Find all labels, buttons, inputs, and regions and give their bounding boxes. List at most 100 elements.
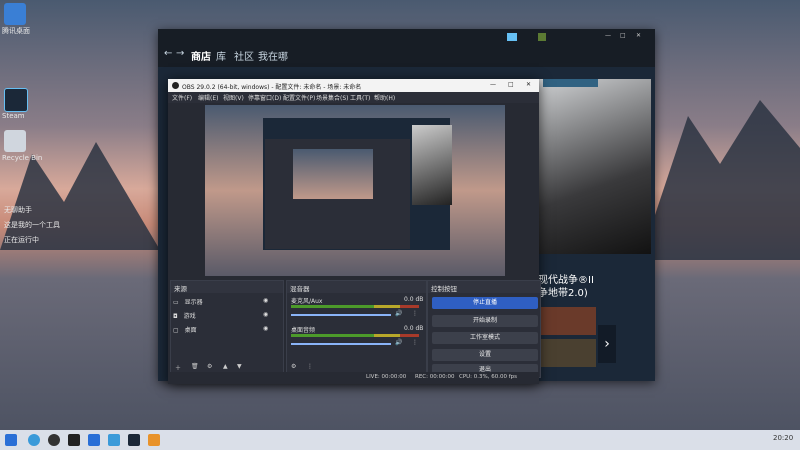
volume-slider[interactable] [291, 343, 391, 345]
sources-dock: 来源 ▭ 显示器 ◉ ◘ 游戏 ◉ ▢ 桌面 ◉ ＋ 🗑 ⚙ ▲ ▼ [170, 280, 284, 378]
obs-titlebar[interactable]: OBS 29.0.2 (64-bit, windows) - 配置文件: 未命名… [168, 79, 539, 92]
nav-store[interactable]: 商店 [191, 48, 211, 63]
volume-meter [291, 334, 419, 337]
move-down-icon[interactable]: ▼ [237, 363, 242, 370]
nav-profile[interactable]: 我在哪 [258, 48, 288, 63]
eye-icon[interactable]: ◉ [263, 297, 268, 304]
menu-profile[interactable]: 配置文件(P) [283, 93, 315, 102]
source-label: 桌面 [184, 327, 197, 334]
audio-mixer-header: 混音器 [287, 281, 426, 293]
windows-icon[interactable] [5, 434, 17, 446]
menu-scene-collection[interactable]: 场景集合(S) [316, 93, 349, 102]
eye-icon[interactable]: ◉ [263, 325, 268, 332]
desktop-note-title: 无聊助手 [4, 206, 32, 214]
store-search-bar[interactable] [543, 79, 598, 87]
close-icon[interactable]: ✕ [526, 81, 531, 88]
mixer-channel-name: 麦克风/Aux [291, 298, 323, 305]
forward-icon[interactable]: → [176, 48, 184, 59]
terminal-icon[interactable] [88, 434, 100, 446]
mixer-settings-icon[interactable]: ⚙ [291, 363, 296, 370]
steam-desktop-icon[interactable] [4, 88, 28, 112]
mixer-menu-icon[interactable]: ⋮ [307, 363, 313, 370]
carousel-next-icon[interactable]: › [598, 325, 616, 363]
preview-nested-obs [293, 149, 373, 199]
speaker-icon[interactable]: 🔊 [395, 339, 402, 346]
source-item[interactable]: ▢ 桌面 ◉ [173, 325, 279, 334]
settings-button[interactable]: 设置 [432, 349, 538, 361]
stop-streaming-button[interactable]: 停止直播 [432, 297, 538, 309]
app-icon[interactable] [148, 434, 160, 446]
steam-avatar[interactable] [538, 33, 546, 41]
speaker-icon[interactable]: 🔊 [395, 310, 402, 317]
display-capture-icon: ▭ [173, 299, 179, 306]
obs-logo-icon [172, 82, 179, 89]
desktop-icon-label: 腾讯桌面 [2, 27, 30, 35]
obs-icon[interactable] [68, 434, 80, 446]
mixer-channel-db: 0.0 dB [404, 325, 424, 332]
obs-window-title: OBS 29.0.2 (64-bit, windows) - 配置文件: 未命名… [182, 84, 362, 91]
steam-nav: ← → 商店 库 社区 我在哪 [158, 45, 655, 67]
source-settings-icon[interactable]: ⚙ [207, 363, 212, 370]
controls-dock-header: 控制按钮 [428, 281, 540, 293]
mixer-channel-name: 桌面音频 [291, 327, 316, 334]
mixer-channel-db: 0.0 dB [404, 296, 424, 303]
minimize-icon[interactable]: — [605, 32, 611, 39]
store-thumbnail[interactable] [540, 339, 596, 367]
steam-status-icon[interactable] [507, 33, 517, 41]
rec-status: REC: 00:00:00 [415, 374, 455, 380]
source-item[interactable]: ▭ 显示器 ◉ [173, 297, 279, 306]
tencent-desktop-icon[interactable] [4, 3, 26, 25]
close-icon[interactable]: ✕ [636, 32, 641, 39]
recycle-bin-icon[interactable] [4, 130, 26, 152]
minimize-icon[interactable]: — [490, 81, 496, 88]
add-source-icon[interactable]: ＋ [175, 363, 181, 372]
mountain-right [640, 100, 800, 260]
sources-dock-header: 来源 [171, 281, 283, 293]
search-icon[interactable] [28, 434, 40, 446]
nav-library[interactable]: 库 [216, 48, 226, 63]
taskbar: 20:20 [0, 430, 800, 450]
store-banner-subtitle: 争地带2.0) [538, 288, 588, 299]
studio-mode-button[interactable]: 工作室模式 [432, 332, 538, 344]
move-up-icon[interactable]: ▲ [223, 363, 228, 370]
remove-source-icon[interactable]: 🗑 [191, 363, 199, 370]
controls-dock: 控制按钮 停止直播 开始录制 工作室模式 设置 退出 [427, 280, 541, 378]
nav-community[interactable]: 社区 [234, 48, 254, 63]
system-clock[interactable]: 20:20 [773, 434, 793, 442]
back-icon[interactable]: ← [164, 48, 172, 59]
preview-banner-image [412, 125, 452, 205]
start-recording-button[interactable]: 开始录制 [432, 315, 538, 327]
desktop-note-line: 正在运行中 [4, 236, 39, 244]
source-label: 显示器 [184, 299, 203, 306]
channel-menu-icon[interactable]: ⋮ [412, 310, 418, 317]
menu-edit[interactable]: 编辑(E) [198, 93, 218, 102]
obs-status-bar: LIVE: 00:00:00 REC: 00:00:00 CPU: 0.3%, … [168, 372, 539, 382]
controls-dock-title: 控制按钮 [431, 285, 457, 293]
store-thumbnail[interactable] [540, 307, 596, 335]
volume-meter [291, 305, 419, 308]
live-status: LIVE: 00:00:00 [366, 374, 407, 380]
menu-tools[interactable]: 工具(T) [350, 93, 370, 102]
maximize-icon[interactable]: □ [620, 32, 626, 39]
obs-preview[interactable] [205, 105, 505, 276]
desktop-icon-label: Steam [2, 112, 25, 120]
explorer-icon[interactable] [108, 434, 120, 446]
channel-menu-icon[interactable]: ⋮ [412, 339, 418, 346]
eye-icon[interactable]: ◉ [263, 311, 268, 318]
chrome-icon[interactable] [48, 434, 60, 446]
obs-window[interactable]: OBS 29.0.2 (64-bit, windows) - 配置文件: 未命名… [168, 79, 541, 384]
source-item[interactable]: ◘ 游戏 ◉ [173, 311, 279, 320]
cpu-status: CPU: 0.3%, 60.00 fps [459, 374, 518, 380]
menu-docks[interactable]: 停靠窗口(D) [248, 93, 281, 102]
volume-slider[interactable] [291, 314, 391, 316]
desktop-note-line: 这是我的一个工具 [4, 221, 60, 229]
steam-titlebar[interactable]: — □ ✕ [158, 29, 655, 45]
desktop-icon-label: Recycle Bin [2, 154, 43, 162]
menu-view[interactable]: 视图(V) [223, 93, 244, 102]
menu-help[interactable]: 帮助(H) [374, 93, 395, 102]
store-banner-image[interactable] [538, 79, 651, 254]
audio-mixer-dock: 混音器 麦克风/Aux 0.0 dB 🔊 ⋮ 桌面音频 0.0 dB 🔊 ⋮ ⚙… [286, 280, 427, 378]
maximize-icon[interactable]: □ [508, 81, 514, 88]
menu-file[interactable]: 文件(F) [172, 93, 192, 102]
steam-icon[interactable] [128, 434, 140, 446]
